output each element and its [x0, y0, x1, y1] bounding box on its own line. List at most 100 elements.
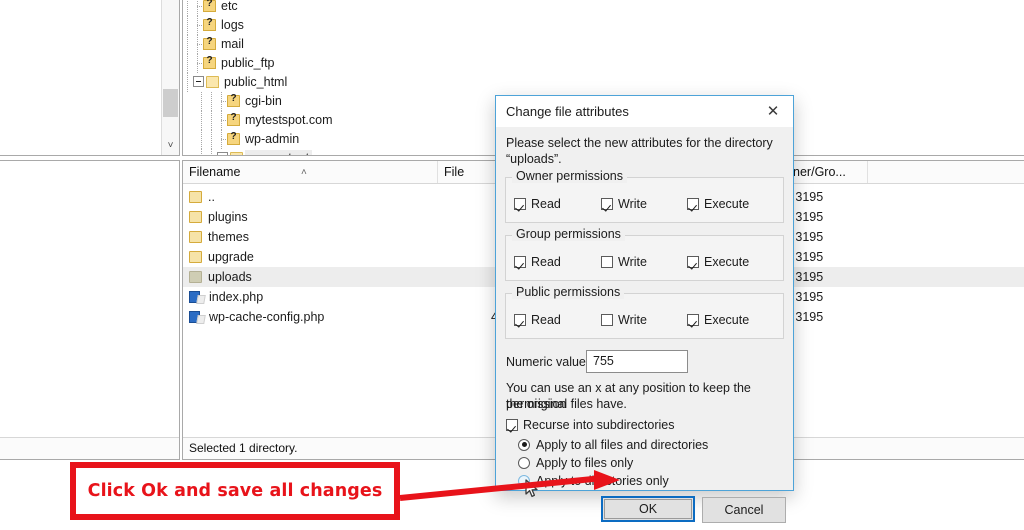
- column-header-filesize[interactable]: File: [438, 161, 498, 183]
- owner-write-label: Write: [618, 197, 647, 211]
- tree-item-mail[interactable]: mail: [183, 35, 1024, 54]
- owner-execute-checkbox[interactable]: Execute: [687, 197, 749, 212]
- checkbox-checked-icon: [601, 197, 613, 210]
- tree-guide: [193, 35, 204, 54]
- group-read-checkbox[interactable]: Read: [514, 255, 561, 270]
- radio-apply-all-label: Apply to all files and directories: [536, 438, 709, 452]
- recurse-into-subdirectories-checkbox[interactable]: Recurse into subdirectories: [506, 418, 674, 433]
- tree-item-etc[interactable]: etc: [183, 0, 1024, 16]
- tree-item-label: wp-admin: [245, 132, 300, 147]
- checkbox-unchecked-icon: [601, 255, 613, 268]
- tree-item-public-ftp[interactable]: public_ftp: [183, 54, 1024, 73]
- tree-item-label: etc: [221, 0, 238, 14]
- checkbox-checked-icon: [514, 197, 526, 210]
- public-execute-checkbox[interactable]: Execute: [687, 313, 749, 328]
- numeric-value-label: Numeric value:: [506, 355, 590, 369]
- public-write-checkbox[interactable]: Write: [601, 313, 647, 328]
- owner-read-checkbox[interactable]: Read: [514, 197, 561, 212]
- radio-apply-files-only[interactable]: Apply to files only: [518, 456, 633, 471]
- tree-guide: [197, 92, 207, 111]
- public-read-checkbox[interactable]: Read: [514, 313, 561, 328]
- local-tree-vertical-scrollbar[interactable]: ˅: [161, 0, 179, 155]
- file-name-cell: themes: [189, 227, 249, 247]
- folder-question-icon: [203, 35, 216, 50]
- file-name-cell: plugins: [189, 207, 248, 227]
- folder-question-icon: [227, 111, 240, 126]
- ftp-client-window: ˅ etc logs mail public_ftp public_html cgi-bi…: [0, 0, 1024, 530]
- tree-guide: [217, 111, 228, 130]
- file-name-label: upgrade: [208, 250, 254, 264]
- tree-guide: [217, 130, 228, 149]
- annotation-text: Click Ok and save all changes: [87, 481, 383, 501]
- file-name-cell: uploads: [189, 267, 252, 287]
- checkbox-checked-icon: [506, 418, 518, 431]
- radio-unselected-icon: [518, 474, 530, 487]
- tree-item-logs[interactable]: logs: [183, 16, 1024, 35]
- checkbox-checked-icon: [514, 255, 526, 268]
- tree-item-label: mytestspot.com: [245, 113, 333, 128]
- radio-apply-all-files-and-directories[interactable]: Apply to all files and directories: [518, 438, 708, 453]
- file-name-label: themes: [208, 230, 249, 244]
- sort-ascending-icon: ˄: [301, 167, 307, 178]
- folder-question-icon: [227, 130, 240, 145]
- numeric-value-input[interactable]: 755: [586, 350, 688, 373]
- local-status-bar: [0, 437, 179, 459]
- local-file-list-pane[interactable]: [0, 160, 180, 460]
- folder-question-icon: [203, 16, 216, 31]
- status-text: Selected 1 directory.: [189, 441, 298, 455]
- collapse-icon[interactable]: [217, 152, 228, 155]
- close-icon[interactable]: ✕: [753, 96, 793, 127]
- dialog-body: Please select the new attributes for the…: [496, 127, 793, 523]
- file-name-cell: upgrade: [189, 247, 254, 267]
- tree-guide: [197, 149, 207, 155]
- column-header-filename[interactable]: Filename ˄: [183, 161, 438, 183]
- change-file-attributes-dialog[interactable]: Change file attributes ✕ Please select t…: [495, 95, 794, 523]
- tree-guide: [183, 73, 193, 92]
- file-name-cell: wp-cache-config.php: [189, 307, 324, 327]
- group-execute-label: Execute: [704, 255, 750, 269]
- owner-permissions-group: Owner permissions Read Write Execute: [505, 169, 784, 223]
- group-write-checkbox[interactable]: Write: [601, 255, 647, 270]
- recurse-label: Recurse into subdirectories: [523, 418, 675, 432]
- folder-icon: [189, 210, 202, 223]
- tree-item-label: public_html: [224, 75, 288, 90]
- collapse-icon[interactable]: [193, 76, 204, 88]
- scrollbar-thumb[interactable]: [163, 89, 178, 117]
- group-permissions-legend: Group permissions: [512, 227, 625, 241]
- public-execute-label: Execute: [704, 313, 750, 327]
- group-write-label: Write: [618, 255, 647, 269]
- column-header-filesize-label: File: [444, 165, 465, 179]
- local-site-tree-pane[interactable]: ˅: [0, 0, 180, 156]
- tree-item-label: public_ftp: [221, 56, 275, 71]
- owner-write-checkbox[interactable]: Write: [601, 197, 647, 212]
- file-name-cell: index.php: [189, 287, 263, 307]
- dialog-title-bar[interactable]: Change file attributes ✕: [496, 96, 793, 128]
- radio-selected-icon: [518, 438, 530, 451]
- ok-button[interactable]: OK: [601, 496, 695, 522]
- cancel-button[interactable]: Cancel: [702, 497, 786, 523]
- tree-guide: [193, 0, 204, 16]
- file-size-cell: 4: [438, 307, 498, 327]
- radio-unselected-icon: [518, 456, 530, 469]
- cancel-button-label: Cancel: [724, 503, 764, 517]
- tree-guide: [183, 0, 193, 16]
- dialog-intro-line-1: Please select the new attributes for the…: [506, 136, 773, 150]
- radio-apply-directories-only[interactable]: Apply to directories only: [518, 474, 669, 489]
- tree-item-label: wp-content: [245, 150, 313, 155]
- file-name-cell: ..: [189, 187, 215, 207]
- folder-open-icon: [230, 151, 243, 155]
- permission-hint-line-2: the original files have.: [506, 397, 627, 411]
- radio-apply-files-label: Apply to files only: [536, 456, 634, 470]
- focus-ring: [604, 499, 692, 519]
- tree-item-label: logs: [221, 18, 244, 33]
- folder-question-icon: [203, 54, 216, 69]
- group-execute-checkbox[interactable]: Execute: [687, 255, 749, 270]
- public-write-label: Write: [618, 313, 647, 327]
- file-name-label: ..: [208, 190, 215, 204]
- tree-item-public-html[interactable]: public_html: [183, 73, 1024, 92]
- tree-guide: [183, 35, 193, 54]
- dialog-title: Change file attributes: [506, 104, 629, 119]
- checkbox-checked-icon: [687, 313, 699, 326]
- annotation-callout: Click Ok and save all changes: [70, 462, 400, 520]
- chevron-down-icon[interactable]: ˅: [162, 139, 179, 153]
